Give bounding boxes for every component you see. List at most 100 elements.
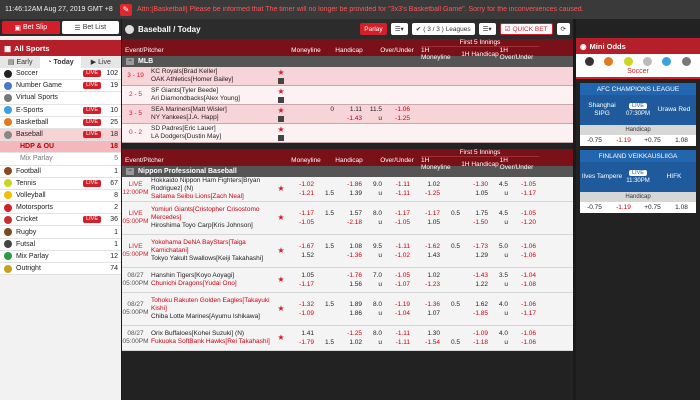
favorite-star-icon[interactable]: ★ xyxy=(277,106,284,115)
odds-cell[interactable]: -1.06 -1.17 xyxy=(511,293,539,325)
sidebar-item-number-game[interactable]: Number Game LIVE 19 xyxy=(0,80,121,93)
sidebar-item-tennis[interactable]: Tennis LIVE 67 xyxy=(0,177,121,190)
favorite-star-icon[interactable]: ★ xyxy=(277,247,284,255)
odds-cell[interactable]: 1.5 xyxy=(317,293,337,325)
sidebar-item-futsal[interactable]: Futsal 1 xyxy=(0,238,121,251)
favorite-star-icon[interactable]: ★ xyxy=(277,185,284,193)
mini-odds-card[interactable]: AFC CHAMPIONS LEAGUE Shanghai SIPG LIVE 0… xyxy=(580,83,696,146)
quick-bet-toggle[interactable]: ☑ QUICK BET xyxy=(499,23,553,35)
sidebar-item-e-sports[interactable]: E-Sports LIVE 10 xyxy=(0,104,121,117)
odds-cell[interactable]: 8.0 u xyxy=(365,202,385,234)
sidebar-item-basketball[interactable]: Basketball LIVE 25 xyxy=(0,116,121,129)
odds-cell[interactable]: -1.32 -1.09 xyxy=(287,293,317,325)
odds-cell[interactable]: 7.0 u xyxy=(365,268,385,292)
odds-type-button[interactable]: ☰▾ xyxy=(478,23,496,35)
stats-icon[interactable] xyxy=(278,77,284,84)
esports-icon[interactable] xyxy=(662,56,672,66)
refresh-button[interactable]: ⟳ xyxy=(556,23,570,35)
odds-cell[interactable]: -1.11 -1.02 xyxy=(385,235,413,267)
odds-cell[interactable]: 1.5 xyxy=(317,177,337,201)
odds-cell[interactable]: -1.67 1.52 xyxy=(287,235,317,267)
odds-cell[interactable]: -1.04 -1.08 xyxy=(511,268,539,292)
odds-cell[interactable]: -1.05 -1.07 xyxy=(385,268,413,292)
odds-cell[interactable]: 4.0 u xyxy=(491,293,511,325)
baseball-icon[interactable] xyxy=(643,56,653,66)
odds-cell[interactable]: 1.62 -1.85 xyxy=(463,293,491,325)
odds-cell[interactable]: 0.5 xyxy=(443,293,463,325)
favorite-star-icon[interactable]: ★ xyxy=(277,68,284,77)
favorite-star-icon[interactable]: ★ xyxy=(277,87,284,96)
odds-cell[interactable]: 1.89 1.86 xyxy=(337,293,365,325)
odds-cell[interactable]: -1.62 1.43 xyxy=(413,235,443,267)
odds-cell[interactable]: -1.11 -1.11 xyxy=(385,177,413,201)
odds-cell[interactable]: 8.0 u xyxy=(365,293,385,325)
odds-cell[interactable]: 1.41 -1.79 xyxy=(287,326,317,350)
odds-cell[interactable]: -1.86 1.39 xyxy=(337,177,365,201)
odds-cell[interactable]: 1.08 -1.36 xyxy=(337,235,365,267)
odds-cell[interactable]: -1.17 -1.05 xyxy=(385,202,413,234)
odds-cell[interactable]: 8.0 u xyxy=(365,326,385,350)
odds-cell[interactable]: 1.05 -1.17 xyxy=(287,268,317,292)
bet-slip-tab[interactable]: ▣ Bet Slip xyxy=(2,21,60,34)
odds-cell[interactable]: -1.25 1.02 xyxy=(337,326,365,350)
odds-cell[interactable]: 1.5 xyxy=(317,326,337,350)
odds-cell[interactable]: -1.19 -1.04 xyxy=(385,293,413,325)
odds-cell[interactable]: -1.09 -1.18 xyxy=(463,326,491,350)
mini-odds-header[interactable]: ◉ Mini Odds xyxy=(576,38,700,54)
odds-cell[interactable]: 1.5 xyxy=(317,202,337,234)
odds-cell[interactable]: 1.02 -1.25 xyxy=(413,177,443,201)
collapse-icon[interactable]: − xyxy=(126,58,134,65)
sidebar-item-mix-parlay[interactable]: Mix Parlay 5 xyxy=(0,153,121,166)
favorite-star-icon[interactable]: ★ xyxy=(277,125,284,134)
sort-button[interactable]: ☰▾ xyxy=(390,23,408,35)
sidebar-item-football[interactable]: Football 1 xyxy=(0,165,121,178)
tab-live[interactable]: ▶ Live xyxy=(81,56,121,68)
sidebar-item-soccer[interactable]: Soccer LIVE 102 xyxy=(0,68,121,81)
tab-today[interactable]: ◔ Today xyxy=(40,56,81,68)
favorite-star-icon[interactable]: ★ xyxy=(277,305,284,313)
odds-cell[interactable]: 9.0 u xyxy=(365,177,385,201)
odds-cell[interactable]: 0.5 xyxy=(443,326,463,350)
basketball-icon[interactable] xyxy=(604,56,614,66)
leagues-button[interactable]: ✔( 3 / 3 ) Leagues xyxy=(411,23,475,35)
odds-cell[interactable]: 9.5 u xyxy=(365,235,385,267)
announcement-icon[interactable]: ✎ xyxy=(120,3,132,16)
odds-cell[interactable]: -1.05 -1.17 xyxy=(511,177,539,201)
odds-cell[interactable]: -1.02 -1.21 xyxy=(287,177,317,201)
all-sports-header[interactable]: ▦ All Sports xyxy=(0,40,121,56)
tennis-icon[interactable] xyxy=(623,56,633,66)
soccer-icon[interactable] xyxy=(585,56,595,66)
odds-cell[interactable]: 4.5 u xyxy=(491,202,511,234)
odds-cell[interactable]: -1.43 1.22 xyxy=(463,268,491,292)
odds-cell[interactable]: 0 xyxy=(317,105,337,123)
more-icon[interactable] xyxy=(681,56,691,66)
sidebar-item-hdp-ou[interactable]: HDP & OU 18 xyxy=(0,141,121,154)
sidebar-item-baseball[interactable]: Baseball LIVE 18 xyxy=(0,128,121,142)
sidebar-item-motorsports[interactable]: Motorsports 2 xyxy=(0,202,121,215)
odds-cell[interactable]: -1.36 1.07 xyxy=(413,293,443,325)
odds-cell[interactable]: 1.57 -2.18 xyxy=(337,202,365,234)
odds-cell[interactable]: 0.5 xyxy=(443,235,463,267)
odds-cell[interactable]: 1.75 -1.50 xyxy=(463,202,491,234)
odds-cell[interactable]: 3.5 u xyxy=(491,268,511,292)
odds-cell[interactable]: 11.5 u xyxy=(365,105,385,123)
stats-icon[interactable] xyxy=(278,115,284,122)
odds-cell[interactable]: 1.11 -1.43 xyxy=(337,105,365,123)
odds-cell[interactable]: -1.05 -1.20 xyxy=(511,202,539,234)
sidebar-item-mix-parlay[interactable]: Mix Parlay 12 xyxy=(0,250,121,263)
odds-cell[interactable]: 1.02 -1.23 xyxy=(413,268,443,292)
stats-icon[interactable] xyxy=(278,134,284,141)
announcement-ticker[interactable]: Attn:[Basketball] Please be informed tha… xyxy=(137,6,584,13)
odds-cell[interactable]: 4.0 u xyxy=(491,326,511,350)
odds-cell[interactable]: -1.73 1.29 xyxy=(463,235,491,267)
collapse-icon[interactable]: − xyxy=(126,168,134,175)
odds-cell[interactable]: 1.30 -1.54 xyxy=(413,326,443,350)
odds-cell[interactable]: -1.06 -1.25 xyxy=(385,105,413,123)
odds-cell[interactable]: -1.30 1.05 xyxy=(463,177,491,201)
mini-odds-card[interactable]: FINLAND VEIKKAUSLIIGA Ilves Tampere LIVE… xyxy=(580,150,696,213)
favorite-star-icon[interactable]: ★ xyxy=(277,276,284,284)
parlay-button[interactable]: Parlay xyxy=(360,23,387,35)
odds-cell[interactable]: 4.5 u xyxy=(491,177,511,201)
odds-cell[interactable]: 0.5 xyxy=(443,202,463,234)
odds-cell[interactable]: -1.06 -1.06 xyxy=(511,235,539,267)
